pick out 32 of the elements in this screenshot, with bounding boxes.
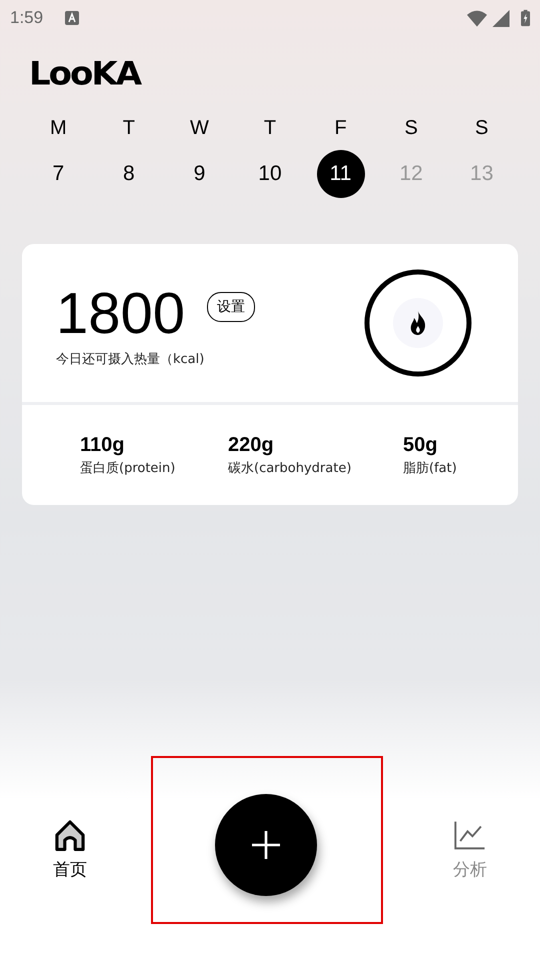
set-button[interactable]: 设置 [207,292,256,322]
date-button[interactable]: 7 [34,150,82,198]
home-icon [53,818,87,852]
macro-amount: 50g [403,434,438,456]
weekday-label: S [404,116,418,140]
macro-label: 碳水(carbohydrate) [228,460,352,476]
keyboard-icon [65,11,80,25]
weekday-label: T [264,116,276,140]
flame-ring-icon [364,269,472,377]
date-button[interactable]: 9 [175,150,224,198]
plus-icon [251,830,281,860]
wifi-icon [467,10,487,26]
calorie-value: 1800 [56,284,186,344]
weekday-label: S [475,116,488,140]
signal-icon [491,10,511,26]
weekday-label: W [190,116,209,140]
weekday-label: T [122,116,135,140]
macro-amount: 220g [228,434,275,456]
battery-icon [521,9,530,27]
nav-tab[interactable]: 分析 [415,818,525,881]
date-button[interactable]: 11 [316,150,365,198]
macro-amount: 110g [80,434,126,456]
macro-label: 脂肪(fat) [403,460,457,476]
calorie-caption: 今日还可摄入热量（kcal) [56,351,206,368]
weekday-label: M [50,116,67,140]
nav-tab[interactable]: 首页 [15,818,125,881]
date-button[interactable]: 8 [104,150,153,198]
macro-label: 蛋白质(protein) [80,460,176,476]
date-button[interactable]: 10 [246,150,294,198]
status-time: 1:59 [10,8,44,28]
app-logo: LooKA [29,56,140,92]
weekday-label: F [334,116,347,140]
